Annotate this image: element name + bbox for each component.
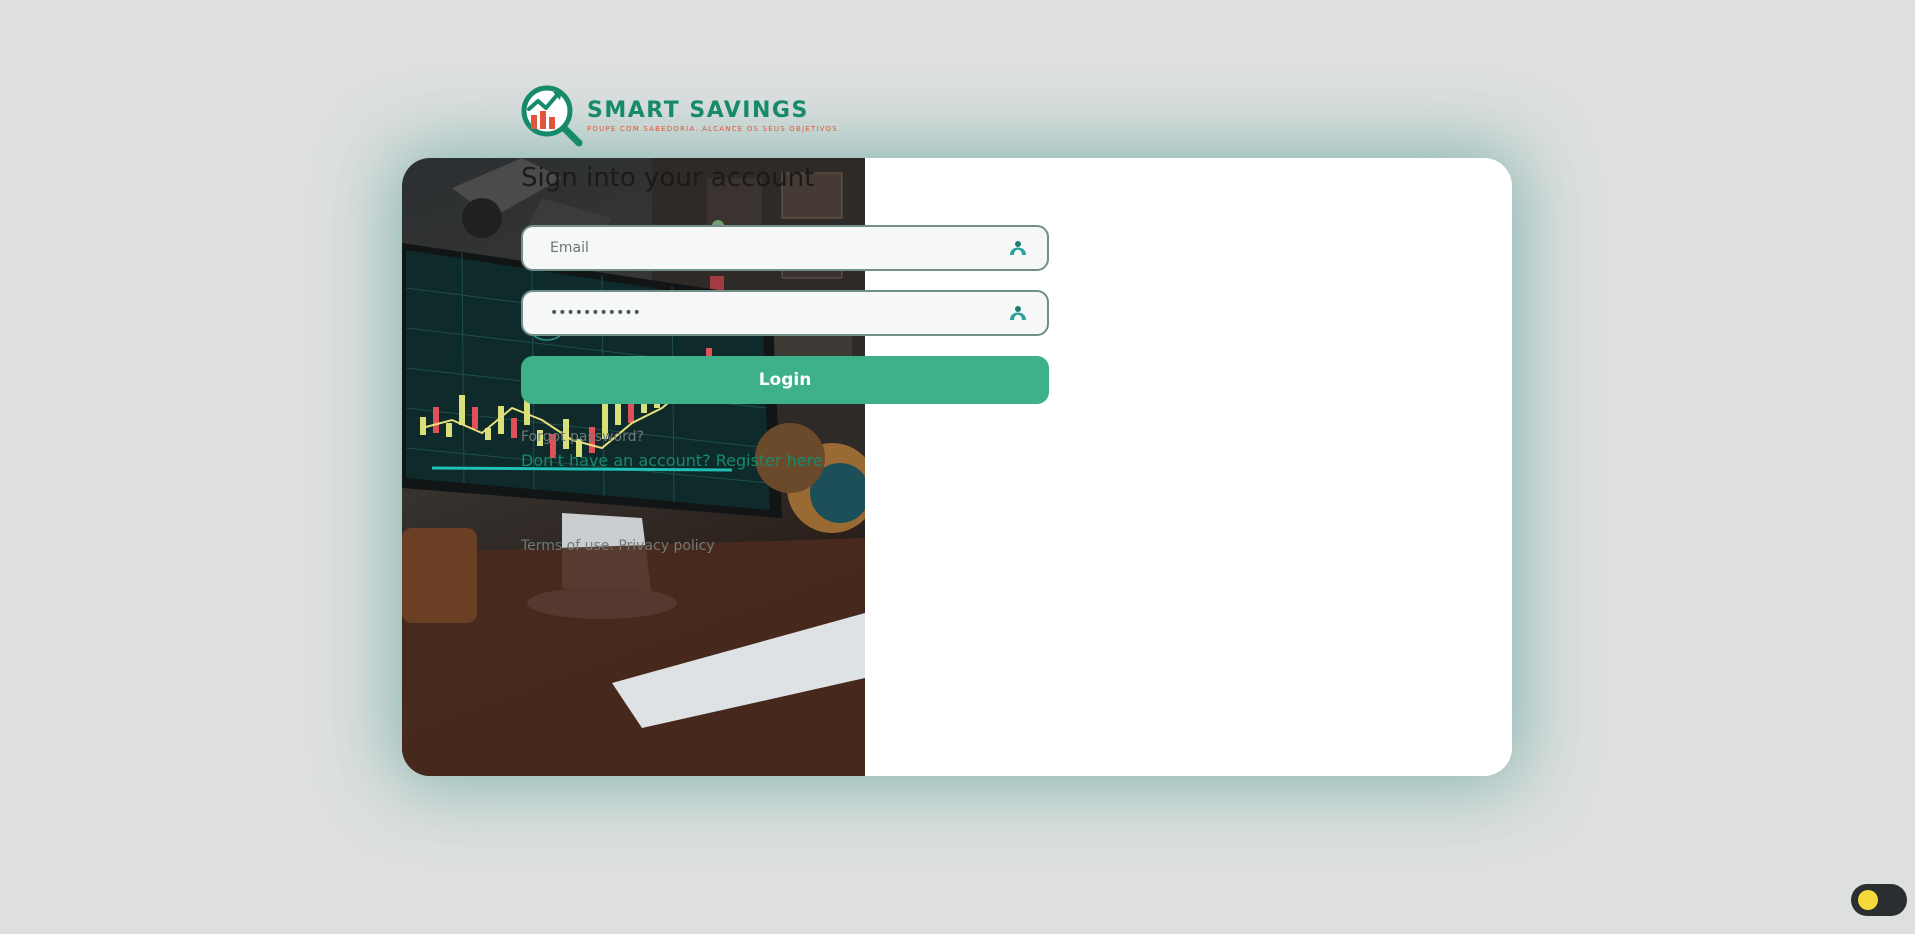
brand-tagline: POUPE COM SABEDORIA. ALCANCE OS SEUS OBJ… xyxy=(587,125,838,133)
monitor-candle xyxy=(446,423,452,437)
register-link[interactable]: Don't have an account? Register here xyxy=(521,451,823,470)
email-input[interactable] xyxy=(548,239,1007,257)
forgot-password-link[interactable]: Forgot password? xyxy=(521,429,644,445)
monitor-candle xyxy=(615,403,621,425)
sun-icon xyxy=(1858,890,1878,910)
password-field[interactable] xyxy=(521,290,1049,336)
email-field[interactable] xyxy=(521,225,1049,271)
monitor-candle xyxy=(420,417,426,435)
monitor-candle xyxy=(433,407,439,433)
brand-name: SMART SAVINGS xyxy=(587,98,809,123)
login-page: SMART SAVINGS POUPE COM SABEDORIA. ALCAN… xyxy=(0,0,1915,934)
logo-magnifier-chart-icon xyxy=(521,85,583,147)
legal-links: Terms of use. Privacy policy xyxy=(521,538,715,554)
user-icon xyxy=(1010,241,1026,255)
monitor-candle xyxy=(472,407,478,429)
monitor-candle xyxy=(511,418,517,438)
brand-logo: SMART SAVINGS POUPE COM SABEDORIA. ALCAN… xyxy=(521,85,838,147)
terms-link[interactable]: Terms of use. xyxy=(521,538,614,554)
theme-toggle[interactable] xyxy=(1851,884,1907,916)
monitor-candle xyxy=(459,395,465,425)
lock-icon xyxy=(1010,306,1026,320)
privacy-link[interactable]: Privacy policy xyxy=(618,538,714,554)
password-input[interactable] xyxy=(548,304,1007,322)
login-button[interactable]: Login xyxy=(521,356,1049,404)
form-heading: Sign into your account xyxy=(521,163,815,193)
